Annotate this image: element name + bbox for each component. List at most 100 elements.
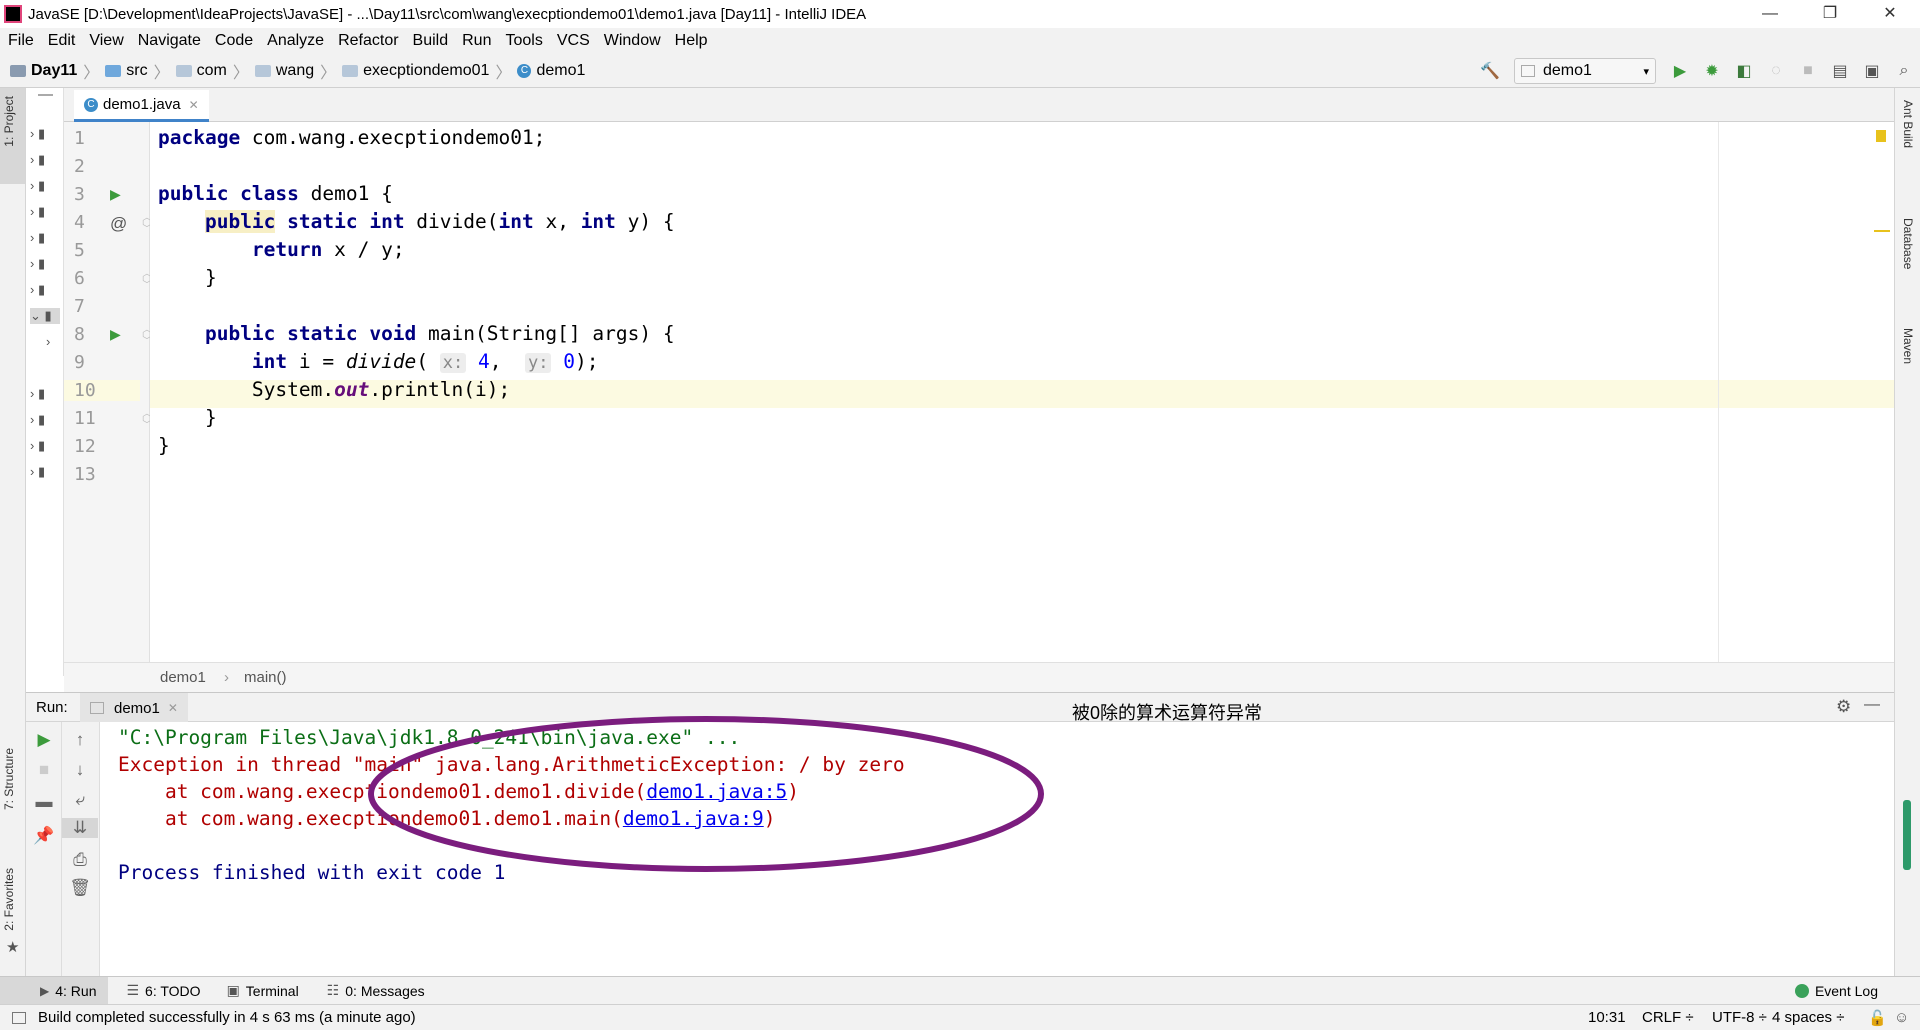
- crumb-wang[interactable]: wang 〉: [254, 59, 336, 83]
- collapse-icon[interactable]: —: [38, 86, 53, 103]
- crumb-com[interactable]: com 〉: [175, 59, 249, 83]
- print-icon[interactable]: ⎙: [62, 850, 98, 870]
- stop-icon[interactable]: ■: [1792, 58, 1824, 84]
- menu-help[interactable]: Help: [675, 32, 708, 50]
- close-button[interactable]: ✕: [1860, 0, 1920, 28]
- profile-icon[interactable]: ◌: [1760, 58, 1792, 84]
- project-structure-icon[interactable]: ▤: [1824, 58, 1856, 84]
- close-icon[interactable]: ✕: [189, 98, 199, 112]
- menu-navigate[interactable]: Navigate: [138, 32, 201, 50]
- soft-wrap-icon[interactable]: ⤶: [62, 790, 98, 810]
- caret-position[interactable]: 10:31: [1588, 1009, 1626, 1026]
- package-icon: [254, 64, 271, 77]
- layout-icon[interactable]: ▬: [26, 792, 62, 812]
- tab-todo[interactable]: ☰ 6: TODO: [126, 982, 200, 999]
- code-editor[interactable]: package com.wang.execptiondemo01; public…: [150, 122, 1894, 662]
- tree-expand-icon[interactable]: › ▮: [30, 282, 45, 298]
- menu-run[interactable]: Run: [462, 32, 491, 50]
- intellij-logo-icon: [4, 5, 22, 23]
- coverage-icon[interactable]: ◧: [1728, 58, 1760, 84]
- menu-analyze[interactable]: Analyze: [267, 32, 324, 50]
- tab-demo1-java[interactable]: C demo1.java ✕: [74, 90, 209, 122]
- hide-icon[interactable]: —: [1864, 696, 1880, 714]
- tree-expand-icon[interactable]: › ▮: [30, 438, 45, 454]
- tree-expand-icon[interactable]: › ▮: [30, 178, 45, 194]
- crumb-execptiondemo01[interactable]: execptiondemo01 〉: [342, 59, 511, 83]
- close-icon[interactable]: ✕: [168, 701, 178, 715]
- line-number: 7: [74, 296, 85, 317]
- config-icon: [1521, 65, 1535, 77]
- warning-stripe-marker[interactable]: [1874, 230, 1890, 232]
- inspector-icon[interactable]: ☺: [1894, 1009, 1909, 1026]
- crumb-class[interactable]: demo1: [160, 669, 206, 686]
- run-icon[interactable]: ▶: [1664, 58, 1696, 84]
- line-number: 6: [74, 268, 85, 289]
- menu-refactor[interactable]: Refactor: [338, 32, 398, 50]
- menu-tools[interactable]: Tools: [505, 32, 542, 50]
- status-message[interactable]: Build completed successfully in 4 s 63 m…: [38, 1009, 416, 1026]
- menu-build[interactable]: Build: [413, 32, 449, 50]
- down-arrow-icon[interactable]: ↓: [62, 760, 98, 780]
- lock-icon[interactable]: 🔓: [1868, 1009, 1887, 1027]
- menu-window[interactable]: Window: [604, 32, 661, 50]
- gear-icon[interactable]: ⚙: [1836, 697, 1851, 717]
- minimize-button[interactable]: —: [1740, 0, 1800, 28]
- run-config-select[interactable]: demo1 ▾: [1514, 58, 1656, 84]
- line-separator[interactable]: CRLF ÷: [1642, 1009, 1694, 1026]
- window-controls: — ❐ ✕: [1740, 0, 1920, 28]
- maven-tool-tab[interactable]: Maven: [1901, 328, 1915, 364]
- stop-icon[interactable]: ■: [26, 760, 62, 780]
- tree-expand-icon[interactable]: › ▮: [30, 464, 45, 480]
- status-bar: Build completed successfully in 4 s 63 m…: [0, 1004, 1920, 1030]
- file-encoding[interactable]: UTF-8 ÷: [1712, 1009, 1767, 1026]
- tree-expand-icon[interactable]: › ▮: [30, 126, 45, 142]
- status-toggle-icon[interactable]: [12, 1011, 26, 1024]
- run-tab-demo1[interactable]: demo1 ✕: [80, 693, 188, 723]
- tree-expand-icon[interactable]: › ▮: [30, 386, 45, 402]
- pin-icon[interactable]: 📌: [26, 826, 62, 846]
- run-gutter-icon[interactable]: ▶: [110, 186, 121, 203]
- crumb-method[interactable]: main(): [244, 669, 287, 686]
- crumb-day11[interactable]: Day11 〉: [10, 59, 99, 83]
- run-gutter-icon[interactable]: ▶: [110, 326, 121, 343]
- tree-selected-row[interactable]: ⌄ ▮: [30, 308, 60, 324]
- warning-status-icon[interactable]: [1876, 130, 1886, 142]
- favorites-tool-tab[interactable]: 2: Favorites: [2, 868, 16, 931]
- crumb-src[interactable]: src 〉: [105, 59, 170, 83]
- crumb-demo1[interactable]: C demo1: [517, 62, 585, 80]
- project-tool-tab[interactable]: 1: Project: [2, 96, 16, 147]
- ant-build-tool-tab[interactable]: Ant Build: [1901, 100, 1915, 148]
- event-log-button[interactable]: Event Log: [1794, 983, 1878, 999]
- implements-at-icon[interactable]: @: [110, 214, 127, 234]
- trash-icon[interactable]: 🗑: [62, 878, 98, 898]
- menu-vcs[interactable]: VCS: [557, 32, 590, 50]
- database-tool-tab[interactable]: Database: [1901, 218, 1915, 269]
- menu-view[interactable]: View: [89, 32, 123, 50]
- tab-run[interactable]: ▶ 4: Run: [0, 976, 109, 1005]
- build-hammer-icon[interactable]: 🔨: [1474, 58, 1506, 84]
- tree-expand-icon[interactable]: › ▮: [30, 230, 45, 246]
- menu-edit[interactable]: Edit: [48, 32, 76, 50]
- search-icon[interactable]: ⌕: [1888, 58, 1920, 84]
- up-arrow-icon[interactable]: ↑: [62, 730, 98, 750]
- menu-bar: File Edit View Navigate Code Analyze Ref…: [0, 28, 1920, 54]
- tree-expand-icon[interactable]: › ▮: [30, 412, 45, 428]
- code-line-3: public class demo1 {: [158, 182, 393, 205]
- indent-setting[interactable]: 4 spaces ÷: [1772, 1009, 1844, 1026]
- tree-expand-icon[interactable]: › ▮: [30, 204, 45, 220]
- memory-indicator: [1903, 800, 1911, 870]
- restore-button[interactable]: ❐: [1800, 0, 1860, 28]
- tab-terminal[interactable]: ▣ Terminal: [227, 982, 299, 999]
- structure-tool-tab[interactable]: 7: Structure: [2, 748, 16, 810]
- tree-expand-icon[interactable]: › ▮: [30, 152, 45, 168]
- rerun-icon[interactable]: ▶: [26, 730, 62, 750]
- scroll-to-end-icon[interactable]: ⇊: [62, 818, 98, 838]
- layout-icon[interactable]: ▣: [1856, 58, 1888, 84]
- tree-expand-icon[interactable]: › ▮: [30, 256, 45, 272]
- menu-code[interactable]: Code: [215, 32, 253, 50]
- debug-icon[interactable]: ✹: [1696, 58, 1728, 84]
- run-actions-column: ▶ ■ ▬ 📌: [26, 722, 62, 976]
- tab-messages[interactable]: ☷ 0: Messages: [327, 982, 425, 999]
- menu-file[interactable]: File: [8, 32, 34, 50]
- tree-expand-icon[interactable]: ›: [46, 334, 50, 349]
